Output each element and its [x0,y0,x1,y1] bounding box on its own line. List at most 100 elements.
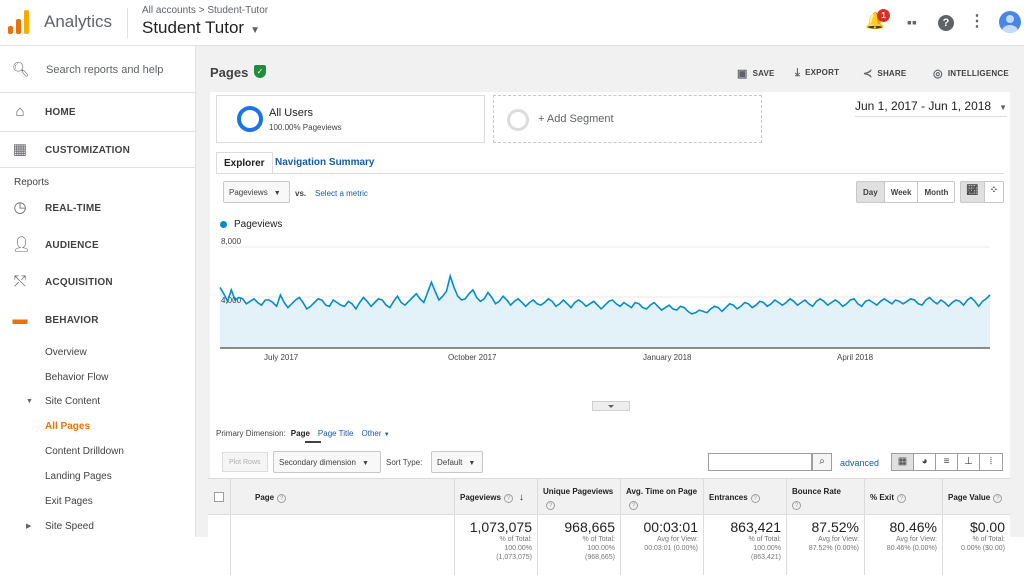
dimension-page-title[interactable]: Page Title [318,429,354,438]
analytics-logo-icon[interactable] [8,10,30,34]
date-range-picker[interactable]: Jun 1, 2017 - Jun 1, 2018 ▼ [855,99,1008,117]
metric-select[interactable]: Pageviews ▼ [223,181,290,203]
bar-chart-icon[interactable]: ≡ [936,454,958,470]
segment-all-users[interactable]: All Users 100.00% Pageviews [216,95,485,143]
column-header-page[interactable]: Page? [230,479,454,516]
share-button[interactable]: ≺ SHARE [863,66,906,80]
x-tick-label: April 2018 [837,353,874,362]
total-sub: (863,421) [751,554,781,561]
select-metric-link[interactable]: Select a metric [315,189,368,198]
motion-chart-icon[interactable]: ⁘ [985,182,1003,202]
main-content: Pages ✓ ▣ SAVE ⤓ EXPORT ≺ SHARE ◎ INTELLIGEN… [196,46,1024,575]
help-icon[interactable]: ? [503,494,513,503]
help-icon[interactable]: ? [936,12,956,32]
granularity-toggle: Day Week Month [856,181,956,203]
pie-chart-icon[interactable]: ◕ [914,454,936,470]
secondary-dimension-select[interactable]: Secondary dimension ▼ [273,451,381,473]
help-icon[interactable]: ? [993,494,1003,503]
advanced-filter-link[interactable]: advanced [840,458,879,468]
search-input[interactable]: Search reports and help [46,64,163,76]
sidebar-subitem-site-speed[interactable]: Site Speed [45,521,94,532]
column-label: Unique Pageviews [543,487,614,496]
column-header-entrances[interactable]: Entrances? [703,479,786,516]
total-value: 80.46% [889,519,937,535]
column-header-exit[interactable]: % Exit? [864,479,942,516]
term-cloud-icon[interactable]: ⦙ [980,454,1002,470]
help-icon[interactable]: ? [792,501,801,510]
segment-name: All Users [269,107,314,119]
sidebar-item-audience[interactable]: 👤︎ AUDIENCE [0,227,195,264]
sort-type-value: Default [437,458,463,467]
data-table-icon[interactable]: ▦ [892,454,914,470]
sidebar-item-label: ACQUISITION [45,277,113,288]
day-button[interactable]: Day [857,182,885,202]
line-chart-icon[interactable]: 📈︎ [961,182,985,202]
sidebar-item-acquisition[interactable]: ⤲ ACQUISITION [0,264,195,301]
column-header-page-value[interactable]: Page Value? [942,479,1010,516]
avatar[interactable] [999,11,1021,33]
help-icon[interactable]: ? [750,494,760,503]
home-icon: ⌂ [15,103,25,120]
save-icon: ▣ [737,68,748,80]
sidebar-subitem-overview[interactable]: Overview [45,347,87,358]
series-legend-label: Pageviews [234,219,283,230]
help-icon[interactable]: ? [546,501,555,510]
person-icon: 👤︎ [12,236,32,253]
verified-shield-icon: ✓ [254,65,266,78]
total-sub: Avg for View: [896,536,937,543]
table-search-input[interactable] [708,453,812,471]
sidebar-item-behavior[interactable]: ▬ BEHAVIOR [0,302,195,339]
account-selector[interactable]: Student Tutor ▼ [142,18,260,38]
column-label: Avg. Time on Page [626,487,698,496]
sidebar-item-label: BEHAVIOR [45,315,99,326]
sidebar-item-label: REAL-TIME [45,203,102,214]
export-button[interactable]: ⤓ EXPORT [795,66,839,79]
dimension-other[interactable]: Other ▼ [362,429,390,438]
plot-rows-button[interactable]: Plot Rows [222,452,268,472]
sidebar-item-realtime[interactable]: ◷ REAL-TIME [0,190,195,227]
series-area [220,276,990,348]
column-header-unique-pageviews[interactable]: Unique Pageviews? [537,479,620,516]
dropdown-arrow-icon: ▼ [999,103,1008,112]
comparison-icon[interactable]: ⊥ [958,454,980,470]
sidebar-item-home[interactable]: ⌂ HOME [0,94,195,131]
save-button[interactable]: ▣ SAVE [737,66,775,80]
reports-section-label: Reports [14,177,50,188]
week-button[interactable]: Week [885,182,919,202]
apps-grid-icon[interactable]: ▪▪ [902,12,922,32]
breadcrumb[interactable]: All accounts > Student-Tutor [142,5,268,16]
acquisition-icon: ⤲ [13,273,26,290]
chart-resize-handle[interactable] [592,401,630,411]
sidebar-subitem-behavior-flow[interactable]: Behavior Flow [45,372,108,383]
totals-page-cell [230,515,454,575]
select-all-checkbox[interactable] [214,492,224,502]
sort-type-label: Sort Type: [386,458,423,467]
help-icon[interactable]: ? [629,501,638,510]
tab-navigation-summary[interactable]: Navigation Summary [268,152,381,174]
add-segment-button[interactable]: + Add Segment [493,95,762,143]
sidebar-subitem-all-pages[interactable]: All Pages [45,421,90,432]
sort-type-select[interactable]: Default ▼ [431,451,483,473]
sidebar-subitem-content-drilldown[interactable]: Content Drilldown [45,446,124,457]
intelligence-button[interactable]: ◎ INTELLIGENCE [933,66,1009,80]
save-label: SAVE [752,69,775,78]
sidebar-subitem-site-content[interactable]: Site Content [45,396,100,407]
more-vert-icon[interactable]: ⋮ [967,12,987,32]
help-icon[interactable]: ? [897,494,907,503]
total-sub: (1,073,075) [496,554,532,561]
dimension-page[interactable]: Page [291,429,310,438]
sidebar-subitem-landing-pages[interactable]: Landing Pages [45,471,112,482]
help-icon[interactable]: ? [277,494,287,503]
column-header-bounce-rate[interactable]: Bounce Rate? [786,479,864,516]
total-sub: 0.00% ($0.00) [961,545,1005,552]
month-button[interactable]: Month [918,182,954,202]
column-header-pageviews[interactable]: Pageviews? ↓ [454,479,537,516]
sidebar-subitem-exit-pages[interactable]: Exit Pages [45,496,93,507]
search-reports[interactable]: 🔍︎ Search reports and help [0,46,195,93]
sidebar-item-customization[interactable]: ▦ CUSTOMIZATION [0,131,195,168]
segment-percent: 100.00% Pageviews [269,123,342,132]
tab-explorer[interactable]: Explorer [216,152,273,174]
search-icon[interactable]: ⌕ [812,453,832,471]
tab-divider [216,173,1004,174]
column-header-avg-time[interactable]: Avg. Time on Page? [620,479,703,516]
